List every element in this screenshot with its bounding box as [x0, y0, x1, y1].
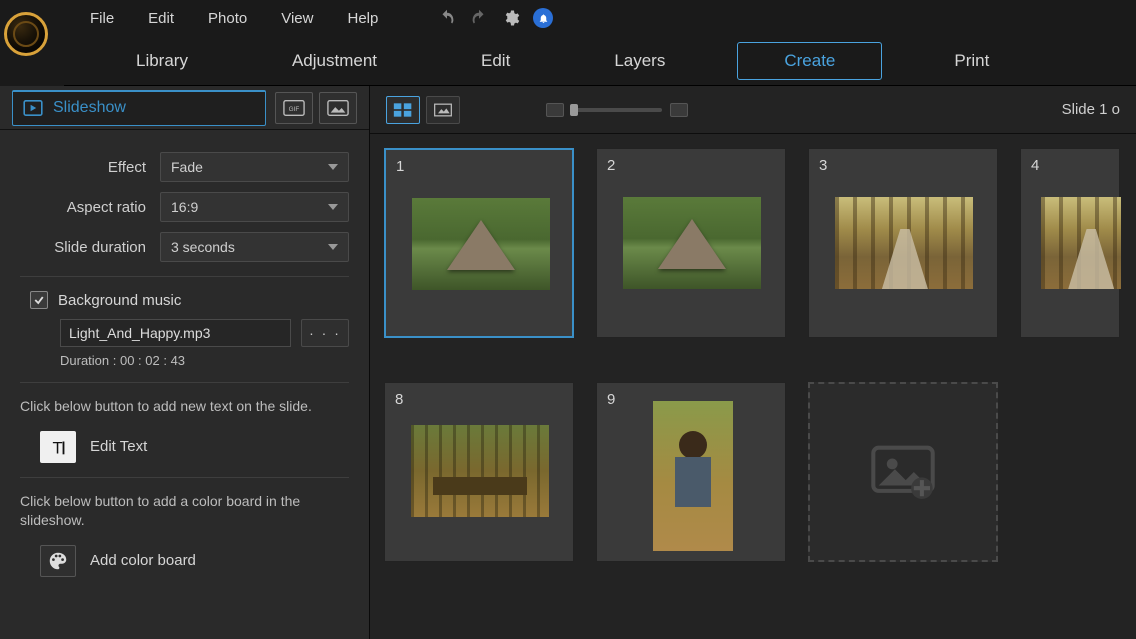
slideshow-panel: Slideshow GIF Effect Fade Aspect ratio 1… — [0, 86, 370, 639]
slide-image — [653, 401, 733, 551]
tab-edit[interactable]: Edit — [449, 41, 542, 81]
effect-dropdown[interactable]: Fade — [160, 152, 349, 182]
main-tabs: Library Adjustment Edit Layers Create Pr… — [64, 36, 1136, 86]
slide-image — [835, 197, 973, 289]
menu-file[interactable]: File — [76, 6, 128, 31]
slide-image — [411, 425, 549, 517]
redo-icon[interactable] — [468, 7, 490, 29]
menu-view[interactable]: View — [267, 6, 327, 31]
app-logo — [4, 12, 48, 56]
panel-tab-slideshow[interactable]: Slideshow — [12, 90, 266, 126]
slide-thumb[interactable]: 2 — [596, 148, 786, 338]
notifications-icon[interactable] — [532, 7, 554, 29]
svg-text:T: T — [53, 439, 63, 457]
add-slide-button[interactable] — [808, 382, 998, 562]
undo-icon[interactable] — [436, 7, 458, 29]
slide-thumb[interactable]: 3 — [808, 148, 998, 338]
slide-counter: Slide 1 o — [1062, 101, 1120, 118]
svg-text:GIF: GIF — [289, 105, 300, 112]
menubar: File Edit Photo View Help — [64, 0, 1136, 36]
divider — [20, 477, 349, 478]
slideshow-icon — [23, 100, 43, 116]
add-color-board-button[interactable]: Add color board — [40, 545, 349, 577]
zoom-slider[interactable] — [546, 103, 688, 117]
add-text-hint: Click below button to add new text on th… — [20, 397, 349, 417]
slide-duration-dropdown[interactable]: 3 seconds — [160, 232, 349, 262]
chevron-down-icon — [328, 244, 338, 250]
aspect-ratio-label: Aspect ratio — [20, 199, 160, 216]
chevron-down-icon — [328, 164, 338, 170]
chevron-down-icon — [328, 204, 338, 210]
edit-text-button[interactable]: T Edit Text — [40, 431, 349, 463]
zoom-in-icon[interactable] — [670, 103, 688, 117]
slide-thumb[interactable]: 8 — [384, 382, 574, 562]
settings-icon[interactable] — [500, 7, 522, 29]
divider — [20, 276, 349, 277]
background-music-label: Background music — [58, 292, 181, 309]
background-music-checkbox[interactable] — [30, 291, 48, 309]
slide-thumb[interactable]: 4 — [1020, 148, 1120, 338]
panel-tab-gif[interactable]: GIF — [275, 92, 313, 124]
text-icon: T — [40, 431, 76, 463]
slide-image — [623, 197, 761, 289]
single-view-button[interactable] — [426, 96, 460, 124]
music-duration: Duration : 00 : 02 : 43 — [60, 353, 349, 368]
effect-label: Effect — [20, 159, 160, 176]
tab-layers[interactable]: Layers — [582, 41, 697, 81]
tab-adjustment[interactable]: Adjustment — [260, 41, 409, 81]
panel-tab-image[interactable] — [319, 92, 357, 124]
slide-image — [412, 198, 550, 290]
tab-print[interactable]: Print — [922, 41, 1021, 81]
zoom-out-icon[interactable] — [546, 103, 564, 117]
palette-icon — [40, 545, 76, 577]
divider — [20, 382, 349, 383]
slide-duration-label: Slide duration — [20, 239, 160, 256]
add-image-icon — [869, 445, 937, 499]
slide-thumb[interactable]: 1 — [384, 148, 574, 338]
aspect-ratio-dropdown[interactable]: 16:9 — [160, 192, 349, 222]
menu-edit[interactable]: Edit — [134, 6, 188, 31]
menu-help[interactable]: Help — [333, 6, 392, 31]
slide-image — [1041, 197, 1121, 289]
browse-music-button[interactable]: · · · — [301, 319, 349, 347]
grid-view-button[interactable] — [386, 96, 420, 124]
add-colorboard-hint: Click below button to add a color board … — [20, 492, 349, 531]
slide-thumb[interactable]: 9 — [596, 382, 786, 562]
tab-library[interactable]: Library — [104, 41, 220, 81]
tab-create[interactable]: Create — [737, 42, 882, 80]
panel-title: Slideshow — [53, 99, 126, 117]
music-file-input[interactable] — [60, 319, 291, 347]
slide-workspace: Slide 1 o 1 2 3 4 8 — [370, 86, 1136, 639]
menu-photo[interactable]: Photo — [194, 6, 261, 31]
